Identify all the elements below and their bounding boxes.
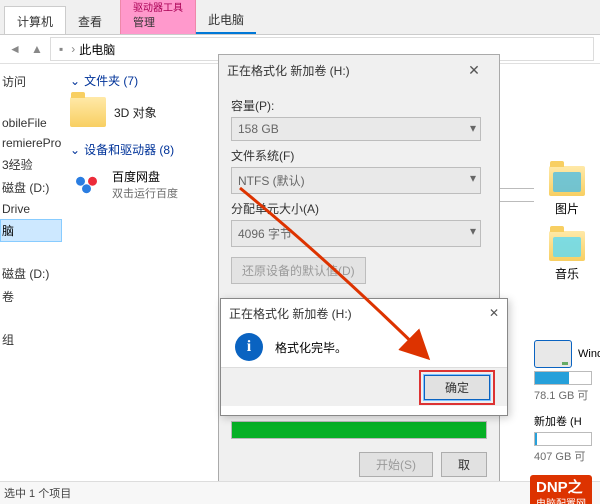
ribbon-tabs: 计算机 查看 驱动器工具 管理 此电脑: [0, 0, 600, 35]
baidu-pan[interactable]: 百度网盘双击运行百度: [70, 168, 220, 220]
side-item[interactable]: 组: [0, 328, 62, 351]
side-item[interactable]: remierePro: [0, 133, 62, 153]
tab-computer[interactable]: 计算机: [4, 6, 66, 34]
watermark-logo: DNP之电脑配置网: [530, 475, 592, 504]
nav-tree[interactable]: 访问 obileFile remierePro 3经验 磁盘 (D:) Driv…: [0, 64, 64, 464]
side-item[interactable]: 卷: [0, 285, 62, 308]
drive-h[interactable]: 新加卷 (H 407 GB 可: [534, 413, 600, 464]
ok-button[interactable]: 确定: [424, 375, 490, 400]
folder-3d[interactable]: 3D 对象: [70, 97, 220, 127]
info-icon: i: [235, 333, 263, 361]
filesystem-label: 文件系统(F): [231, 147, 487, 164]
side-item[interactable]: 磁盘 (D:): [0, 262, 62, 285]
side-item[interactable]: Drive: [0, 199, 62, 219]
nav-back-icon[interactable]: ◄: [6, 40, 24, 58]
tab-view[interactable]: 查看: [66, 7, 114, 34]
msgbox-title: 正在格式化 新加卷 (H:): [229, 305, 352, 322]
alloc-select[interactable]: 4096 字节▾: [231, 220, 481, 247]
status-bar: 选中 1 个项目 DNP之电脑配置网: [0, 481, 600, 504]
chevron-down-icon: ⌄: [70, 74, 80, 88]
ok-highlight: 确定: [419, 370, 495, 405]
format-dialog-title: 正在格式化 新加卷 (H:): [227, 62, 350, 79]
format-complete-dialog: 正在格式化 新加卷 (H:) ✕ i 格式化完毕。 确定: [220, 298, 508, 416]
filesystem-select[interactable]: NTFS (默认)▾: [231, 167, 481, 194]
chevron-down-icon: ⌄: [70, 143, 80, 157]
format-progress: [231, 421, 487, 439]
msgbox-text: 格式化完毕。: [275, 339, 347, 356]
baidu-icon: [70, 170, 106, 200]
side-item[interactable]: obileFile: [0, 113, 62, 133]
tab-drive-tools[interactable]: 驱动器工具 管理: [120, 0, 196, 34]
folder-pictures[interactable]: 图片: [534, 166, 600, 217]
side-item-thispc[interactable]: 脑: [0, 219, 62, 242]
side-item[interactable]: 3经验: [0, 153, 62, 176]
alloc-label: 分配单元大小(A): [231, 200, 487, 217]
side-item[interactable]: 访问: [0, 70, 62, 93]
chevron-right-icon: ▪: [59, 42, 63, 56]
folder-music[interactable]: 音乐: [534, 231, 600, 282]
capacity-label: 容量(P):: [231, 97, 487, 114]
drive-windows[interactable]: Windows 78.1 GB 可: [534, 340, 600, 403]
format-dialog: 正在格式化 新加卷 (H:) ✕ 容量(P): 158 GB▾ 文件系统(F) …: [218, 54, 500, 486]
restore-defaults-button: 还原设备的默认值(D): [231, 257, 366, 284]
chevron-down-icon: ▾: [470, 171, 476, 185]
drive-icon: [534, 340, 572, 368]
chevron-down-icon: ▾: [470, 121, 476, 135]
start-button: 开始(S): [359, 452, 433, 477]
close-icon[interactable]: ✕: [457, 62, 491, 79]
format-dialog-titlebar[interactable]: 正在格式化 新加卷 (H:) ✕: [219, 55, 499, 85]
right-column: 图片 音乐 Windows 78.1 GB 可 新加卷 (H 407 GB 可: [534, 64, 600, 464]
close-button[interactable]: 取: [441, 452, 487, 477]
close-icon[interactable]: ✕: [489, 306, 499, 320]
breadcrumb-thispc[interactable]: 此电脑: [79, 41, 115, 58]
chevron-down-icon: ▾: [470, 224, 476, 238]
side-item[interactable]: 磁盘 (D:): [0, 176, 62, 199]
msgbox-titlebar[interactable]: 正在格式化 新加卷 (H:) ✕: [221, 299, 507, 327]
capacity-select[interactable]: 158 GB▾: [231, 117, 481, 141]
tab-thispc[interactable]: 此电脑: [196, 5, 256, 34]
status-text: 选中 1 个项目: [4, 485, 71, 501]
nav-up-icon[interactable]: ▲: [28, 40, 46, 58]
